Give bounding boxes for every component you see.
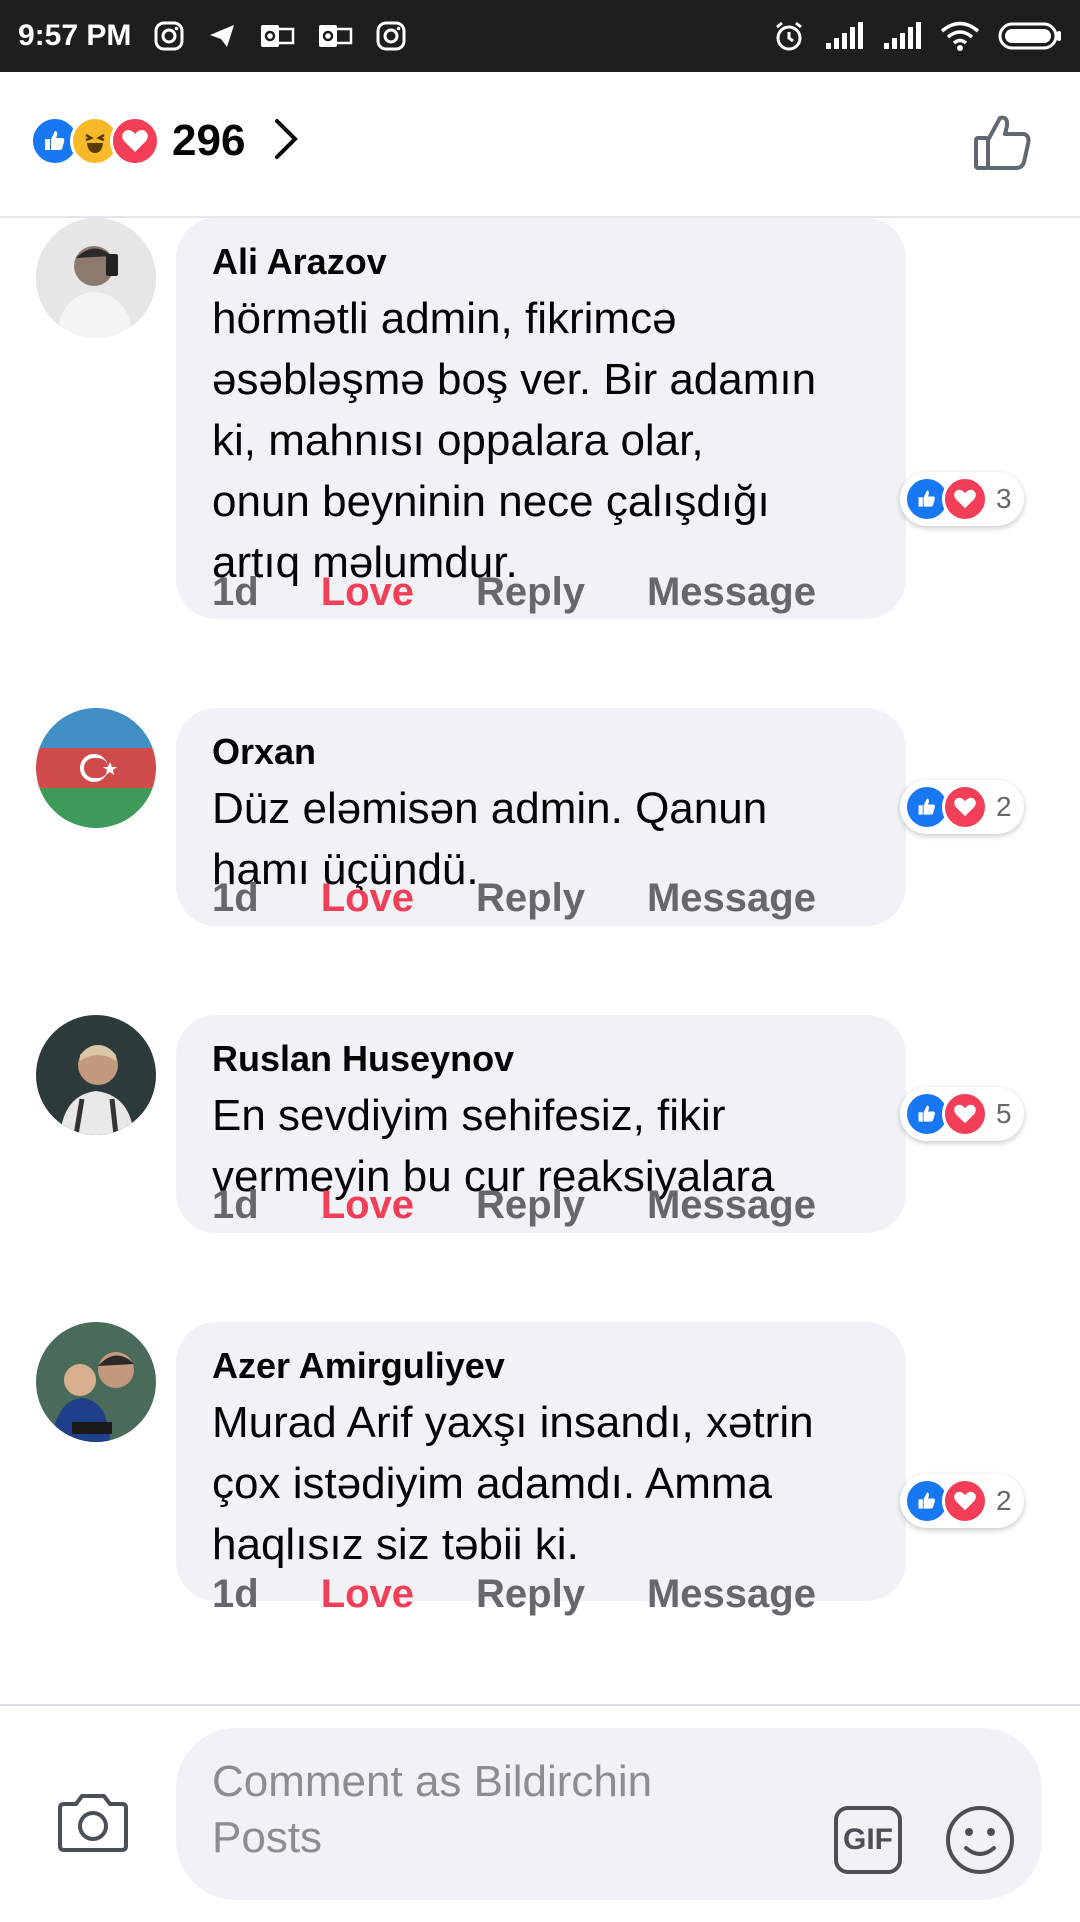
reactions-summary[interactable]: 296 (30, 116, 299, 166)
comment-bubble[interactable]: Azer Amirguliyev Murad Arif yaxşı insand… (176, 1322, 906, 1601)
comment-time: 1d (212, 570, 259, 614)
comment-reactions[interactable]: 2 (900, 780, 1024, 834)
emoji-button[interactable] (944, 1804, 1016, 1881)
comment-text: hörmətli admin, fikrimcə əsəbləşmə boş v… (212, 288, 870, 593)
comment-bubble[interactable]: Ali Arazov hörmətli admin, fikrimcə əsəb… (176, 218, 906, 619)
commenter-name[interactable]: Orxan (212, 730, 870, 774)
comment-time: 1d (212, 1572, 259, 1616)
avatar[interactable] (36, 708, 156, 828)
comment-line: çox istədiyim adamdı. Amma (212, 1459, 772, 1508)
comment-input-placeholder: Comment as Bildirchin Posts (212, 1757, 653, 1862)
comments-list: Ali Arazov hörmətli admin, fikrimcə əsəb… (0, 218, 1080, 1704)
message-button[interactable]: Message (647, 570, 816, 615)
comment-reactions[interactable]: 2 (900, 1474, 1024, 1528)
love-button[interactable]: Love (321, 1572, 414, 1617)
comment-text: Murad Arif yaxşı insandı, xətrin çox ist… (212, 1392, 870, 1575)
outlook-icon (259, 21, 295, 51)
comment-composer: Comment as Bildirchin Posts GIF (0, 1704, 1080, 1922)
signal-icon-2 (882, 21, 922, 51)
reaction-count: 5 (996, 1098, 1012, 1129)
comment-line: ki, mahnısı oppalara olar, (212, 416, 704, 465)
commenter-name[interactable]: Ruslan Huseynov (212, 1037, 870, 1081)
comment-line: En sevdiyim sehifesiz, fikir (212, 1091, 726, 1140)
comment-reactions[interactable]: 3 (900, 472, 1024, 526)
reaction-count: 2 (996, 791, 1012, 822)
comments-sheet: 296 Ali Arazov hörmətli admin, fikrimcə … (0, 72, 1080, 1922)
comment-line: hörmətli admin, fikrimcə (212, 294, 677, 343)
comment-actions: 1d Love Reply Message (212, 1572, 878, 1617)
reaction-count: 3 (996, 483, 1012, 514)
thumbs-up-icon (974, 115, 1031, 170)
commenter-name[interactable]: Azer Amirguliyev (212, 1344, 870, 1388)
comment-time: 1d (212, 1183, 259, 1227)
comment-line: haqlısız siz təbii ki. (212, 1520, 579, 1569)
love-reaction-icon (942, 784, 988, 830)
love-button[interactable]: Love (321, 1183, 414, 1228)
commenter-name[interactable]: Ali Arazov (212, 240, 870, 284)
status-time: 9:57 PM (18, 19, 132, 52)
love-reaction-icon (942, 476, 988, 522)
battery-icon (998, 21, 1062, 51)
message-button[interactable]: Message (647, 876, 816, 921)
telegram-icon (207, 21, 237, 51)
instagram-icon (153, 20, 185, 52)
love-button[interactable]: Love (321, 570, 414, 615)
comment-actions: 1d Love Reply Message (212, 876, 878, 921)
reaction-count: 2 (996, 1485, 1012, 1516)
comment-line: onun beyninin nece çalışdığı (212, 477, 770, 526)
love-button[interactable]: Love (321, 876, 414, 921)
comment-line: Murad Arif yaxşı insandı, xətrin (212, 1398, 814, 1447)
outlook-icon-2 (317, 21, 353, 51)
camera-button[interactable] (56, 1792, 130, 1859)
smiley-icon (946, 1806, 1014, 1874)
love-reaction-icon (942, 1091, 988, 1137)
avatar[interactable] (36, 1322, 156, 1442)
comment-line: əsəbləşmə boş ver. Bir adamın (212, 355, 817, 404)
comment-actions: 1d Love Reply Message (212, 570, 878, 615)
signal-icon (824, 21, 864, 51)
comment-time: 1d (212, 876, 259, 920)
reactions-header: 296 (0, 72, 1080, 218)
reaction-count: 296 (172, 116, 246, 165)
wifi-icon (940, 20, 980, 52)
comment-input[interactable]: Comment as Bildirchin Posts GIF (176, 1728, 1042, 1900)
reply-button[interactable]: Reply (476, 1572, 585, 1617)
camera-icon (58, 1794, 128, 1852)
reply-button[interactable]: Reply (476, 1183, 585, 1228)
status-bar: 9:57 PM (0, 0, 1080, 72)
comment-line: Düz eləmisən admin. Qanun (212, 784, 768, 833)
instagram-icon-2 (375, 20, 407, 52)
avatar[interactable] (36, 218, 156, 338)
gif-button[interactable]: GIF (834, 1806, 902, 1874)
like-post-button[interactable] (972, 112, 1034, 179)
message-button[interactable]: Message (647, 1183, 816, 1228)
alarm-icon (772, 19, 806, 53)
comment-reactions[interactable]: 5 (900, 1087, 1024, 1141)
comment-actions: 1d Love Reply Message (212, 1183, 878, 1228)
love-reaction-icon (110, 116, 160, 166)
reply-button[interactable]: Reply (476, 570, 585, 615)
love-reaction-icon (942, 1478, 988, 1524)
reply-button[interactable]: Reply (476, 876, 585, 921)
chevron-right-icon[interactable] (273, 117, 299, 166)
avatar[interactable] (36, 1015, 156, 1135)
message-button[interactable]: Message (647, 1572, 816, 1617)
